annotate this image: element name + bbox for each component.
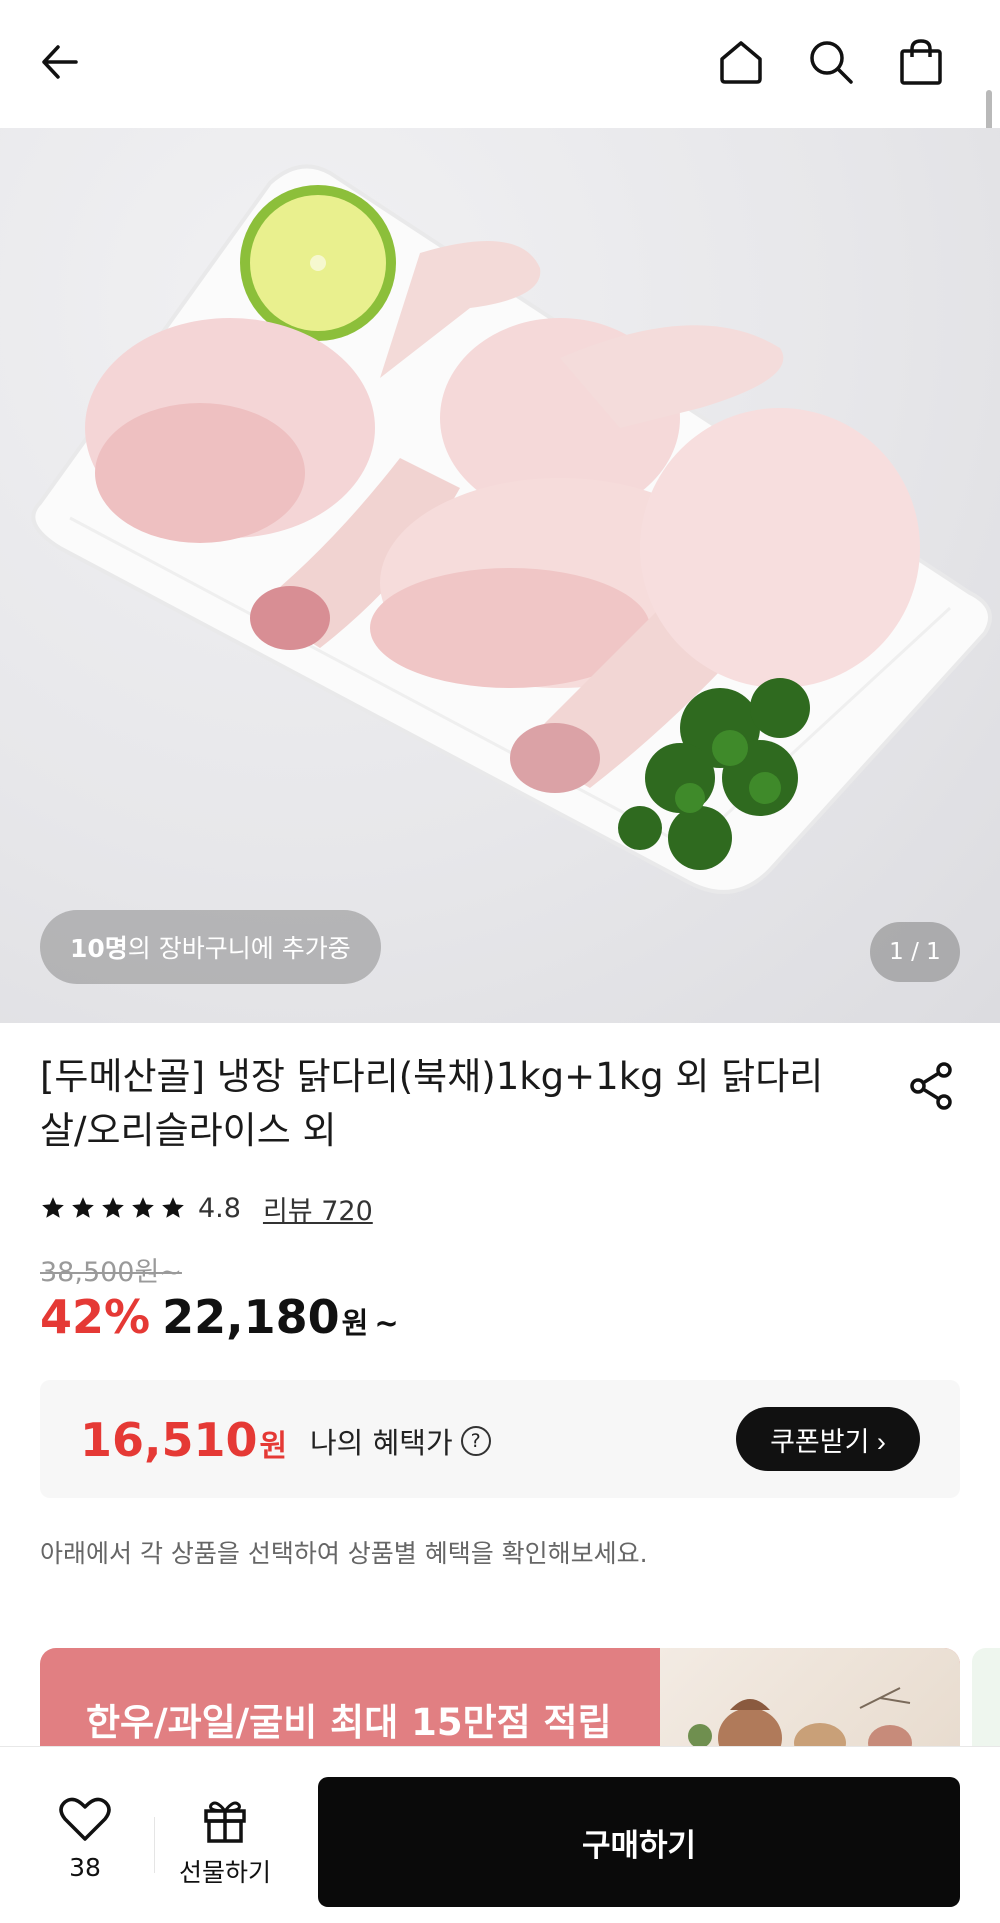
- price-tilde: ~: [374, 1306, 399, 1340]
- benefit-note: 아래에서 각 상품을 선택하여 상품별 혜택을 확인해보세요.: [40, 1539, 648, 1568]
- gift-label: 선물하기: [178, 1858, 271, 1887]
- top-bar: [0, 0, 1000, 128]
- discount-rate: 42%: [40, 1290, 151, 1344]
- sale-price: 22,180: [162, 1290, 340, 1344]
- benefit-price-value: 16,510: [80, 1413, 258, 1467]
- home-icon[interactable]: [713, 34, 769, 90]
- like-count: 38: [69, 1853, 101, 1882]
- arrow-left-icon[interactable]: [32, 34, 88, 90]
- divider: [154, 1817, 155, 1873]
- price-unit: 원: [341, 1306, 369, 1340]
- original-price: 38,500원~: [40, 1257, 182, 1288]
- gift-button[interactable]: 선물하기: [170, 1797, 280, 1889]
- product-title: [두메산골] 냉장 닭다리(북채)1kg+1kg 외 닭다리살/오리슬라이스 외: [40, 1055, 824, 1152]
- star-rating: [40, 1195, 186, 1221]
- promo-banner[interactable]: 한우/과일/굴비 최대 15만점 적립: [40, 1648, 960, 1748]
- rating-score: 4.8: [198, 1192, 241, 1224]
- cart-count-badge: 10명 의 장바구니에 추가중: [40, 910, 381, 984]
- star-icon: [72, 1197, 94, 1218]
- shopping-bag-icon[interactable]: [893, 34, 949, 90]
- search-icon[interactable]: [803, 34, 859, 90]
- cart-count-suffix: 의 장바구니에 추가중: [127, 934, 351, 963]
- share-icon[interactable]: [904, 1058, 960, 1114]
- benefit-price-unit: 원: [259, 1429, 288, 1464]
- price-row: 42% 22,180 원 ~: [40, 1290, 399, 1344]
- heart-icon: [59, 1797, 111, 1841]
- benefit-label: 나의 혜택가 ?: [310, 1420, 491, 1462]
- buy-button[interactable]: 구매하기: [318, 1777, 960, 1907]
- benefit-price: 16,510원: [80, 1413, 287, 1467]
- star-icon: [102, 1197, 124, 1218]
- bottom-action-bar: 38 선물하기 구매하기: [0, 1746, 1000, 1923]
- promo-banner-text: 한우/과일/굴비 최대 15만점 적립: [86, 1701, 612, 1744]
- cart-count: 10명: [70, 934, 128, 963]
- image-pager: 1 / 1: [870, 922, 960, 982]
- star-icon: [162, 1197, 184, 1218]
- rating-row: 4.8 리뷰 720: [40, 1188, 373, 1228]
- star-icon: [132, 1197, 154, 1218]
- reviews-link[interactable]: 리뷰 720: [263, 1189, 373, 1228]
- benefit-box: 16,510원 나의 혜택가 ? 쿠폰받기 ›: [40, 1380, 960, 1498]
- gift-icon: [204, 1801, 246, 1843]
- next-banner-peek[interactable]: [972, 1648, 1000, 1748]
- help-icon[interactable]: ?: [460, 1426, 491, 1456]
- star-icon: [42, 1197, 64, 1218]
- product-photo: [31, 164, 992, 894]
- benefit-label-text: 나의 혜택가: [310, 1426, 453, 1460]
- product-image[interactable]: 10명 의 장바구니에 추가중 1 / 1: [0, 128, 1000, 1023]
- promo-banner-image: [660, 1648, 960, 1748]
- like-button[interactable]: 38: [40, 1797, 130, 1882]
- coupon-button[interactable]: 쿠폰받기 ›: [736, 1407, 920, 1471]
